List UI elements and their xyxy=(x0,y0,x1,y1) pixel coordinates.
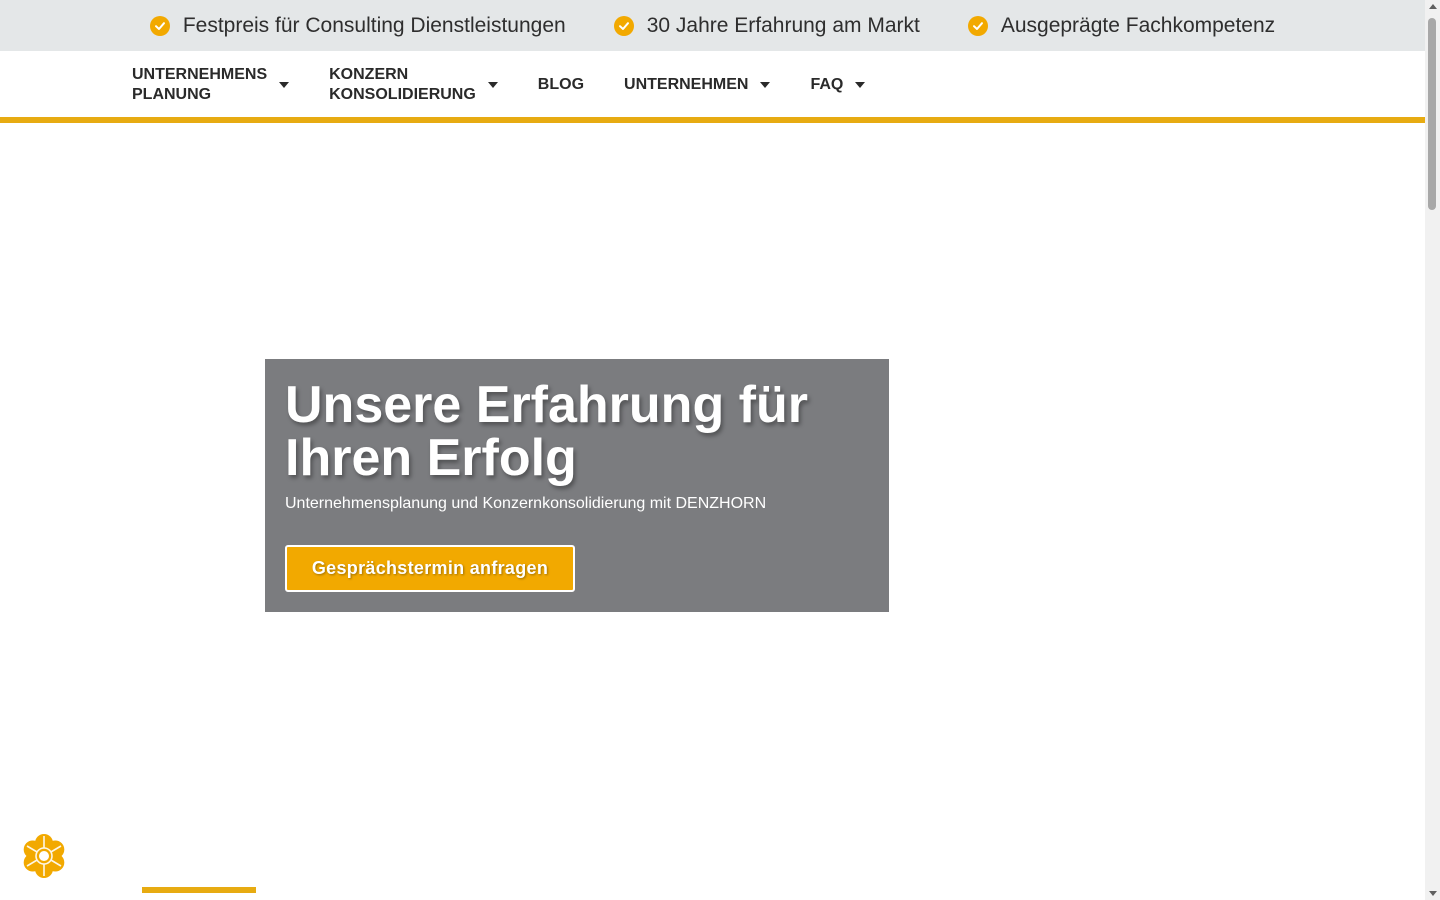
main-navigation: UNTERNEHMENS PLANUNG KONZERN KONSOLIDIER… xyxy=(0,51,1425,118)
nav-item-label: UNTERNEHMENS PLANUNG xyxy=(132,65,268,103)
cookie-settings-icon[interactable] xyxy=(19,831,69,881)
topbar-item-festpreis: Festpreis für Consulting Dienstleistunge… xyxy=(149,13,566,38)
nav-accent-divider xyxy=(0,117,1425,123)
topbar-item-label: Festpreis für Consulting Dienstleistunge… xyxy=(182,13,566,37)
check-circle-icon xyxy=(613,15,634,36)
topbar-item-label: Ausgeprägte Fachkompetenz xyxy=(1000,13,1276,37)
nav-item-label: FAQ xyxy=(810,75,844,93)
scroll-up-icon[interactable] xyxy=(1429,4,1437,9)
nav-item-faq[interactable]: FAQ xyxy=(810,75,866,95)
nav-menu: UNTERNEHMENS PLANUNG KONZERN KONSOLIDIER… xyxy=(132,51,905,118)
top-info-bar: Festpreis für Consulting Dienstleistunge… xyxy=(0,0,1425,51)
scrollbar-thumb[interactable] xyxy=(1428,18,1436,210)
nav-item-konzernkonsolidierung[interactable]: KONZERN KONSOLIDIERUNG xyxy=(329,65,498,105)
topbar-item-label: 30 Jahre Erfahrung am Markt xyxy=(646,13,920,37)
cta-appointment-button[interactable]: Gesprächstermin anfragen xyxy=(285,545,575,592)
caret-down-icon[interactable] xyxy=(279,81,290,88)
check-circle-icon xyxy=(967,15,988,36)
page-scrollbar[interactable] xyxy=(1425,0,1440,900)
hero-subtitle: Unternehmensplanung und Konzernkonsolidi… xyxy=(285,495,767,512)
check-circle-icon xyxy=(149,15,170,36)
nav-item-blog[interactable]: BLOG xyxy=(538,75,584,95)
nav-item-unternehmen[interactable]: UNTERNEHMEN xyxy=(624,75,771,95)
hero-title: Unsere Erfahrung für Ihren Erfolg xyxy=(285,376,808,487)
nav-item-label: BLOG xyxy=(537,75,585,93)
scroll-down-icon[interactable] xyxy=(1429,891,1437,896)
nav-item-unternehmensplanung[interactable]: UNTERNEHMENS PLANUNG xyxy=(132,65,290,105)
topbar-item-fachkompetenz: Ausgeprägte Fachkompetenz xyxy=(967,13,1276,38)
section-accent-bar xyxy=(142,887,256,893)
hero-card: Unsere Erfahrung für Ihren Erfolg Untern… xyxy=(265,359,889,612)
nav-item-label: UNTERNEHMEN xyxy=(624,75,749,93)
topbar-item-erfahrung: 30 Jahre Erfahrung am Markt xyxy=(613,13,920,38)
caret-down-icon[interactable] xyxy=(487,81,498,88)
caret-down-icon[interactable] xyxy=(760,81,771,88)
caret-down-icon[interactable] xyxy=(855,81,866,88)
nav-item-label: KONZERN KONSOLIDIERUNG xyxy=(329,65,476,103)
